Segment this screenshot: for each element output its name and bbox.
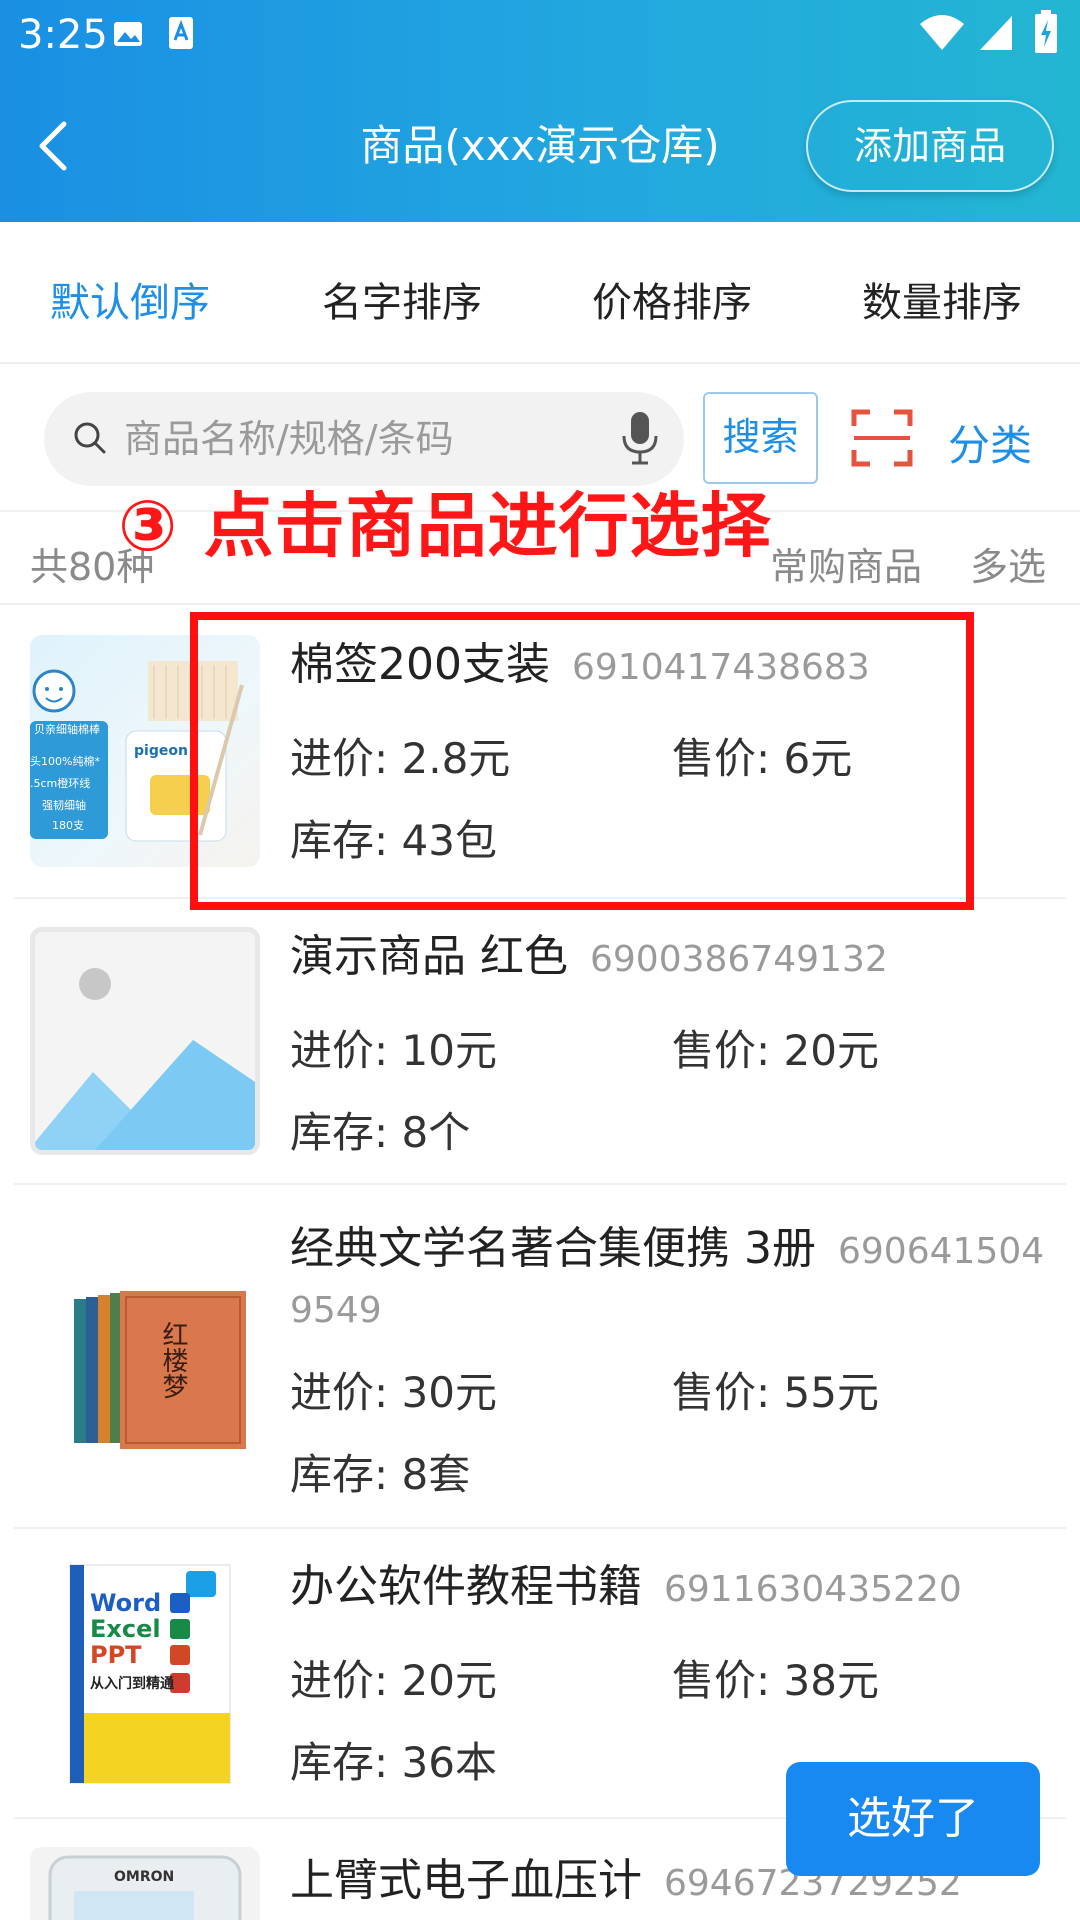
tab-quantity-sort[interactable]: 数量排序 [862,270,1022,328]
pigeon-brand-text: pigeon [134,743,188,759]
cotton-line-2: .5cm橙环线 [30,777,91,790]
book-set-image [74,1291,246,1449]
office-subtitle-text: 从入门到精通 [90,1676,174,1692]
wifi-icon [920,15,964,50]
cost-price: 进价: 10元 [290,1026,497,1075]
frequent-products-link[interactable]: 常购商品 [770,536,922,591]
microphone-icon[interactable] [620,410,660,466]
sale-price: 售价: 38元 [672,1656,879,1705]
product-barcode: 6911630435220 [664,1569,962,1610]
list-item[interactable]: 演示商品 红色 6900386749132 进价: 10元 售价: 20元 库存:… [14,899,1066,1185]
accessibility-notification-icon [169,17,193,49]
stock-quantity: 库存: 8个 [290,1108,471,1157]
cost-price: 进价: 20元 [290,1656,497,1705]
sort-tabs: 默认倒序 名字排序 价格排序 数量排序 [0,222,1080,364]
cellular-signal-icon [980,16,1012,50]
cost-price: 进价: 30元 [290,1368,497,1417]
scan-barcode-icon[interactable] [850,406,914,470]
product-image: Word Excel PPT 从入门到精通 [30,1561,260,1787]
app-header: 3:25 商品(xxx演示仓库) 添加商品 [0,0,1080,222]
stock-quantity: 库存: 36本 [290,1738,497,1787]
stock-quantity: 库存: 8套 [290,1450,471,1499]
office-excel-text: Excel [90,1615,161,1643]
sale-price: 售价: 20元 [672,1026,879,1075]
cotton-line-3: 强韧细轴 [42,799,86,812]
cotton-line-1: 头100%纯棉* [30,755,100,768]
cotton-badge-text: 贝亲细轴棉棒 [34,723,100,736]
office-word-text: Word [90,1589,162,1617]
back-arrow-icon[interactable] [30,118,80,174]
category-link[interactable]: 分类 [948,412,1032,473]
omron-brand-text: OMRON [114,1869,175,1885]
office-ppt-text: PPT [90,1641,142,1669]
status-time: 3:25 [18,12,108,58]
instruction-annotation: ③ 点击商品进行选择 [118,485,772,567]
battery-icon [1035,10,1057,53]
product-barcode: 6900386749132 [590,939,888,980]
gallery-icon [114,22,142,46]
product-name: 办公软件教程书籍 [290,1561,642,1612]
done-button[interactable]: 选好了 [786,1762,1040,1876]
product-name-line: 演示商品 红色 6900386749132 [290,929,1060,988]
highlight-box [190,612,974,910]
sale-price: 售价: 55元 [672,1368,879,1417]
product-name-line: 经典文学名著合集便携 3册 6906415049549 [290,1221,1060,1339]
product-name: 经典文学名著合集便携 3册 [290,1223,816,1274]
product-image: 红楼梦 [30,1225,260,1455]
book-title-text: 红楼梦 [158,1321,188,1399]
tab-price-sort[interactable]: 价格排序 [592,270,752,328]
image-placeholder-icon [35,968,255,1150]
status-bar: 3:25 [0,0,1080,72]
search-icon [74,422,106,454]
tab-default-desc[interactable]: 默认倒序 [50,270,210,328]
list-item[interactable]: 红楼梦 经典文学名著合集便携 3册 6906415049549 进价: 30元 售… [14,1185,1066,1529]
product-name: 演示商品 红色 [290,931,568,982]
tab-name-sort[interactable]: 名字排序 [322,270,482,328]
product-name: 上臂式电子血压计 [290,1855,642,1906]
cotton-line-4: 180支 [52,819,84,832]
page-title: 商品(xxx演示仓库) [360,121,720,170]
product-name-line: 办公软件教程书籍 6911630435220 [290,1559,1060,1618]
product-image-placeholder [30,927,260,1155]
add-product-button[interactable]: 添加商品 [806,100,1054,192]
search-placeholder: 商品名称/规格/条码 [124,417,454,461]
multi-select-link[interactable]: 多选 [970,536,1046,591]
product-image: OMRON [30,1847,260,1920]
